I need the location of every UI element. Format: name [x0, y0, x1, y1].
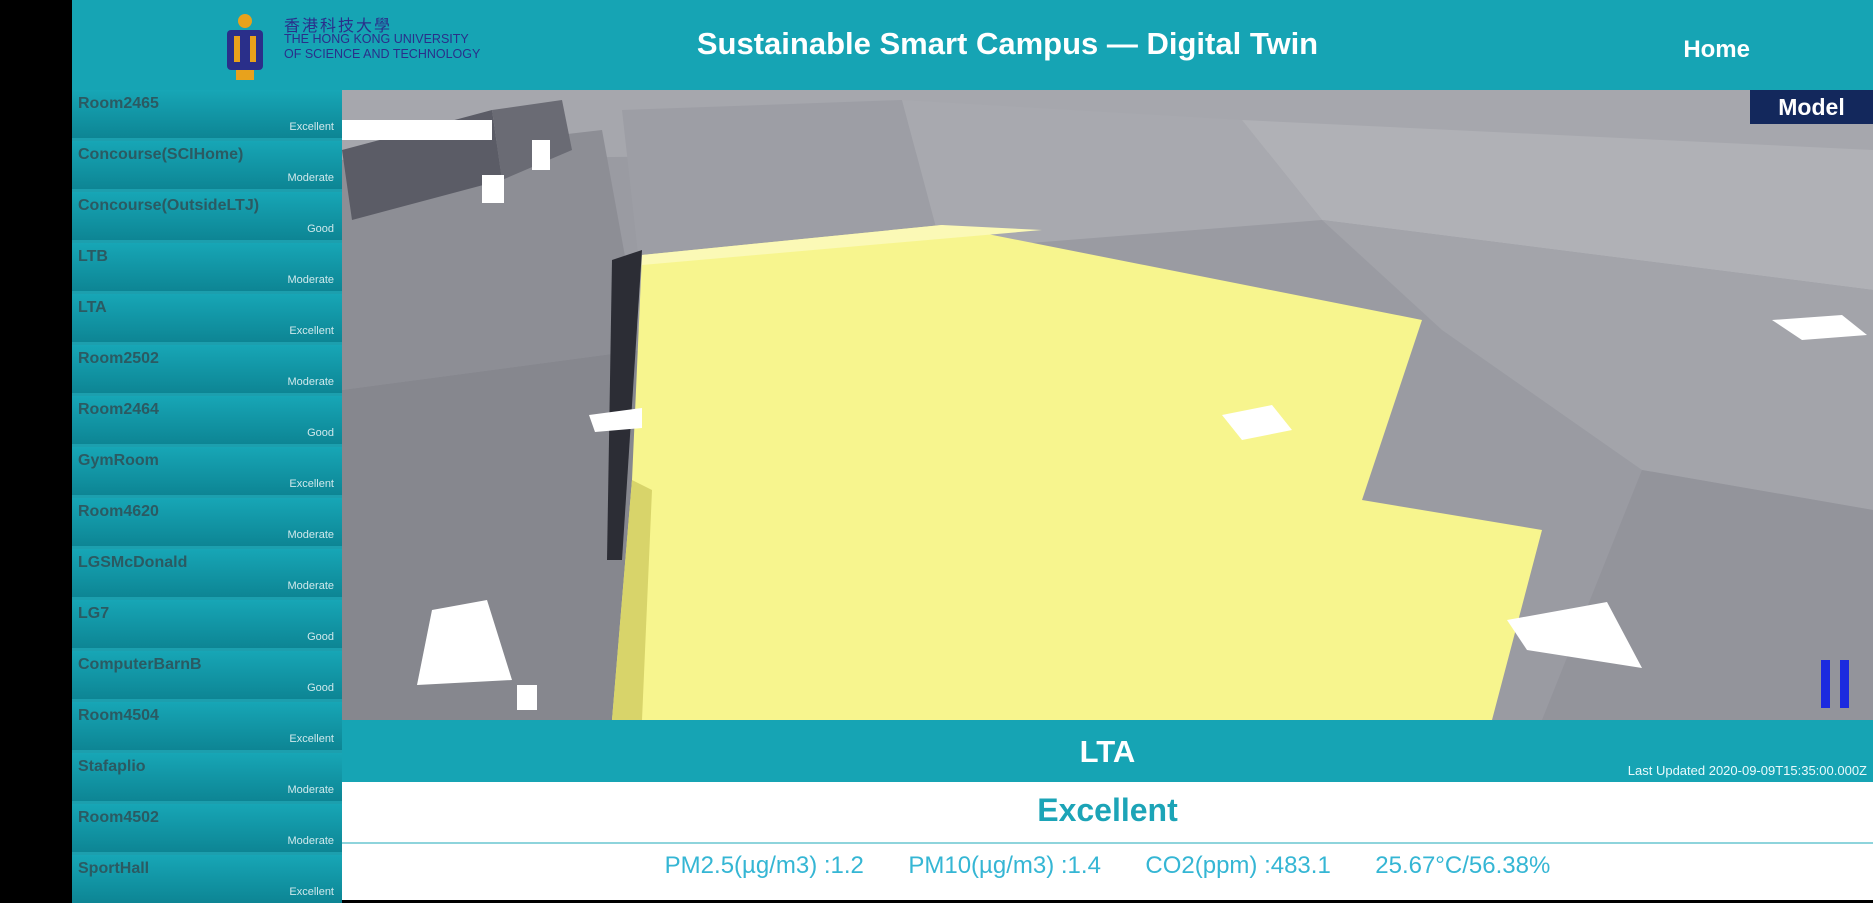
room-list-item[interactable]: Room2502 Moderate [72, 345, 342, 393]
room-list-item[interactable]: LTA Excellent [72, 294, 342, 342]
room-status: Good [307, 682, 334, 694]
room-list-item[interactable]: Room2464 Good [72, 396, 342, 444]
room-name: Room4502 [78, 809, 159, 826]
room-status: Moderate [287, 274, 334, 286]
room-name: Room4620 [78, 503, 159, 520]
page-title: Sustainable Smart Campus — Digital Twin [696, 26, 1319, 61]
model-button[interactable]: Model [1750, 90, 1873, 124]
room-name: Concourse(OutsideLTJ) [78, 197, 260, 214]
room-list-item[interactable]: ComputerBarnB Good [72, 651, 342, 699]
room-list-item[interactable]: GymRoom Excellent [72, 447, 342, 495]
room-name: GymRoom [78, 452, 159, 469]
room-name: SportHall [78, 860, 150, 877]
room-status: Excellent [289, 478, 334, 490]
header-bar: 香港科技大學 THE HONG KONG UNIVERSITY OF SCIEN… [72, 0, 1873, 90]
room-status: Excellent [289, 325, 334, 337]
room-status: Good [307, 427, 334, 439]
room-status: Moderate [287, 529, 334, 541]
room-name: Room2465 [78, 95, 159, 112]
last-updated-text: Last Updated 2020-09-09T15:35:00.000Z [1627, 763, 1867, 778]
room-name: Stafaplio [78, 758, 146, 775]
room-list-item[interactable]: Room4620 Moderate [72, 498, 342, 546]
room-status: Excellent [289, 733, 334, 745]
pm25-metric: PM2.5(µg/m3) :1.2 [664, 852, 864, 879]
room-status: Moderate [287, 580, 334, 592]
room-list-item[interactable]: Stafaplio Moderate [72, 753, 342, 801]
room-name: Room4504 [78, 707, 159, 724]
room-list-item[interactable]: Concourse(SCIHome) Moderate [72, 141, 342, 189]
room-list-item[interactable]: Concourse(OutsideLTJ) Good [72, 192, 342, 240]
room-name: LG7 [78, 605, 110, 622]
room-name: LGSMcDonald [78, 554, 188, 571]
room-name: Room2464 [78, 401, 159, 418]
home-link[interactable]: Home [1683, 36, 1750, 64]
status-divider [342, 842, 1873, 844]
room-name: LTA [78, 299, 107, 316]
air-quality-status: Excellent [1037, 792, 1178, 828]
room-name: Room2502 [78, 350, 159, 367]
room-name: Concourse(SCIHome) [78, 146, 244, 163]
3d-model-viewport[interactable]: Model [342, 90, 1873, 720]
campus-3d-scene [342, 90, 1873, 720]
room-status: Moderate [287, 172, 334, 184]
room-list-item[interactable]: Room2465 Excellent [72, 90, 342, 138]
room-status: Good [307, 631, 334, 643]
room-name: LTB [78, 248, 108, 265]
room-status: Moderate [287, 835, 334, 847]
room-list-item[interactable]: Room4502 Moderate [72, 804, 342, 852]
room-status: Good [307, 223, 334, 235]
room-list-item[interactable]: LTB Moderate [72, 243, 342, 291]
room-list-item[interactable]: LGSMcDonald Moderate [72, 549, 342, 597]
room-status: Moderate [287, 376, 334, 388]
room-list-item[interactable]: Room4504 Excellent [72, 702, 342, 750]
room-name: ComputerBarnB [78, 656, 202, 673]
room-list-item[interactable]: LG7 Good [72, 600, 342, 648]
co2-metric: CO2(ppm) :483.1 [1145, 852, 1331, 879]
room-status: Excellent [289, 886, 334, 898]
room-list-item[interactable]: SportHall Excellent [72, 855, 342, 903]
temp-humidity-metric: 25.67°C/56.38% [1375, 852, 1551, 879]
status-panel: Excellent PM2.5(µg/m3) :1.2 PM10(µg/m3) … [342, 782, 1873, 900]
room-status: Excellent [289, 121, 334, 133]
room-list-sidebar: Room2465 Excellent Concourse(SCIHome) Mode… [72, 90, 342, 903]
metrics-row: PM2.5(µg/m3) :1.2 PM10(µg/m3) :1.4 CO2(p… [342, 852, 1873, 880]
pm10-metric: PM10(µg/m3) :1.4 [908, 852, 1101, 879]
room-status: Moderate [287, 784, 334, 796]
pause-icon[interactable] [1821, 660, 1849, 708]
selected-room-bar: LTA Last Updated 2020-09-09T15:35:00.000… [342, 720, 1873, 782]
